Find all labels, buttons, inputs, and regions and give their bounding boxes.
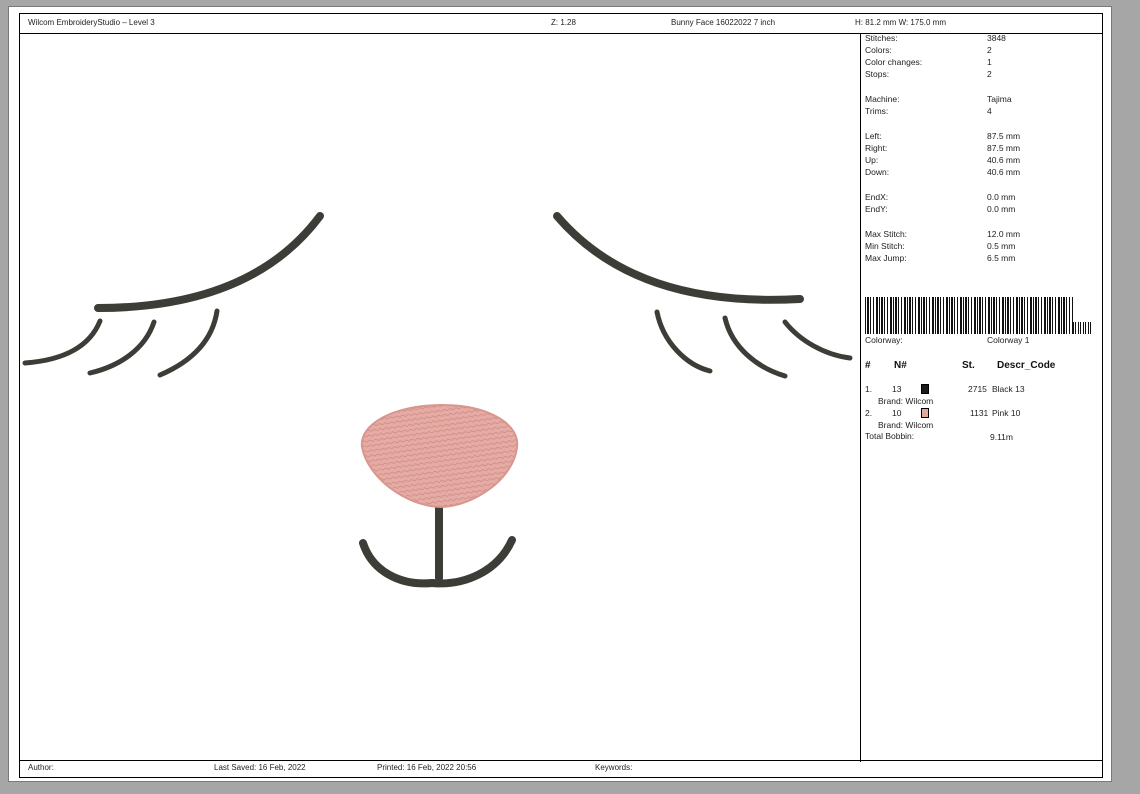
stat-row: Up: 40.6 mm (865, 155, 1095, 166)
stat-row: Min Stitch: 0.5 mm (865, 241, 1095, 252)
stat-row: Max Jump: 6.5 mm (865, 253, 1095, 264)
colorway-label: Colorway: (865, 335, 903, 345)
stat-value: 0.5 mm (987, 241, 1016, 251)
stat-value: 40.6 mm (987, 167, 1021, 177)
left-lash-1 (22, 318, 103, 366)
design-canvas (20, 33, 861, 762)
bunny-face-design (22, 212, 853, 588)
footer-printed: Printed: 16 Feb, 2022 20:56 (377, 763, 477, 772)
stat-value: 1 (987, 57, 992, 67)
stat-value: 12.0 mm (987, 229, 1021, 239)
color-row-1-swatch (921, 384, 929, 394)
print-preview-sheet: Wilcom EmbroideryStudio – Level 3 Z: 1.2… (8, 6, 1112, 782)
color-row-1-needle: 13 (892, 384, 902, 394)
color-row-1-stitches: 2715 (968, 384, 987, 394)
color-row-1-index: 1. (865, 384, 873, 394)
stat-row: Left: 87.5 mm (865, 131, 1095, 142)
stat-row: Machine: Tajima (865, 94, 1095, 105)
right-lash-1 (654, 309, 713, 374)
barcode (865, 297, 1073, 334)
stat-label: Min Stitch: (865, 241, 905, 251)
col-header-descr: Descr_Code (997, 360, 1056, 371)
stat-row: Stops: 2 (865, 69, 1095, 80)
stat-value: 0.0 mm (987, 204, 1016, 214)
stat-label: Right: (865, 143, 888, 153)
right-eye-lid (553, 212, 804, 304)
stat-label: Left: (865, 131, 882, 141)
color-row-2-stitches: 1131 (970, 408, 989, 418)
color-row-2-needle: 10 (892, 408, 902, 418)
total-bobbin-value: 9.11m (990, 432, 1013, 442)
nose (360, 403, 519, 509)
zoom-level: Z: 1.28 (551, 18, 576, 27)
footer-keywords: Keywords: (595, 763, 633, 772)
color-row-2-index: 2. (865, 408, 873, 418)
worksheet-header: Wilcom EmbroideryStudio – Level 3 Z: 1.2… (20, 14, 1102, 34)
stat-row: EndX: 0.0 mm (865, 192, 1095, 203)
color-row-1-brand: Brand: Wilcom (878, 396, 934, 406)
stat-label: Colors: (865, 45, 892, 55)
stat-row: Right: 87.5 mm (865, 143, 1095, 154)
stat-value: 4 (987, 106, 992, 116)
stat-value: 2 (987, 69, 992, 79)
worksheet-footer: Author: Last Saved: 16 Feb, 2022 Printed… (20, 760, 1102, 777)
stat-label: Max Stitch: (865, 229, 908, 239)
stat-value: 2 (987, 45, 992, 55)
stat-row: Down: 40.6 mm (865, 167, 1095, 178)
stat-row: Stitches: 3848 (865, 33, 1095, 44)
stat-row: Trims: 4 (865, 106, 1095, 117)
stat-label: Max Jump: (865, 253, 907, 263)
stat-label: Machine: (865, 94, 900, 104)
left-eye-lid (94, 212, 324, 312)
stat-row: EndY: 0.0 mm (865, 204, 1095, 215)
color-row-2-brand: Brand: Wilcom (878, 420, 934, 430)
left-lash-2 (87, 319, 157, 376)
stat-label: Stitches: (865, 33, 898, 43)
colorway-value: Colorway 1 (987, 335, 1030, 345)
stat-value: 3848 (987, 33, 1006, 43)
footer-author: Author: (28, 763, 54, 772)
design-name: Bunny Face 16022022 7 inch (671, 18, 776, 27)
stat-label: Up: (865, 155, 879, 165)
worksheet-frame: Wilcom EmbroideryStudio – Level 3 Z: 1.2… (19, 13, 1103, 778)
stat-label: Stops: (865, 69, 890, 79)
col-header-needle: N# (894, 360, 907, 371)
stat-row: Max Stitch: 12.0 mm (865, 229, 1095, 240)
stat-label: EndY: (865, 204, 888, 214)
col-header-num: # (865, 360, 871, 371)
stat-label: Color changes: (865, 57, 923, 67)
color-row-1-descr: Black 13 (992, 384, 1025, 394)
stat-value: Tajima (987, 94, 1012, 104)
stat-row: Colors: 2 (865, 45, 1095, 56)
app-title: Wilcom EmbroideryStudio – Level 3 (28, 18, 155, 27)
left-lash-3 (157, 308, 220, 378)
total-bobbin-label: Total Bobbin: (865, 431, 915, 441)
footer-last-saved: Last Saved: 16 Feb, 2022 (214, 763, 306, 772)
stat-value: 6.5 mm (987, 253, 1016, 263)
color-row-2-descr: Pink 10 (992, 408, 1021, 418)
colorway-row: Colorway: Colorway 1 (865, 335, 1095, 346)
stat-value: 87.5 mm (987, 131, 1021, 141)
design-info-panel: Stitches: 3848 Colors: 2 Color changes: 1 Stop… (861, 33, 1104, 762)
stat-value: 40.6 mm (987, 155, 1021, 165)
color-row-2-swatch (921, 408, 929, 418)
barcode-tail (1073, 322, 1093, 334)
stat-label: EndX: (865, 192, 889, 202)
stat-row: Color changes: 1 (865, 57, 1095, 68)
stat-label: Down: (865, 167, 890, 177)
stat-label: Trims: (865, 106, 889, 116)
col-header-stitches: St. (962, 360, 975, 371)
right-lash-3 (782, 319, 853, 361)
stat-value: 0.0 mm (987, 192, 1016, 202)
right-lash-2 (722, 315, 788, 379)
design-dimensions: H: 81.2 mm W: 175.0 mm (855, 18, 946, 27)
stat-value: 87.5 mm (987, 143, 1021, 153)
